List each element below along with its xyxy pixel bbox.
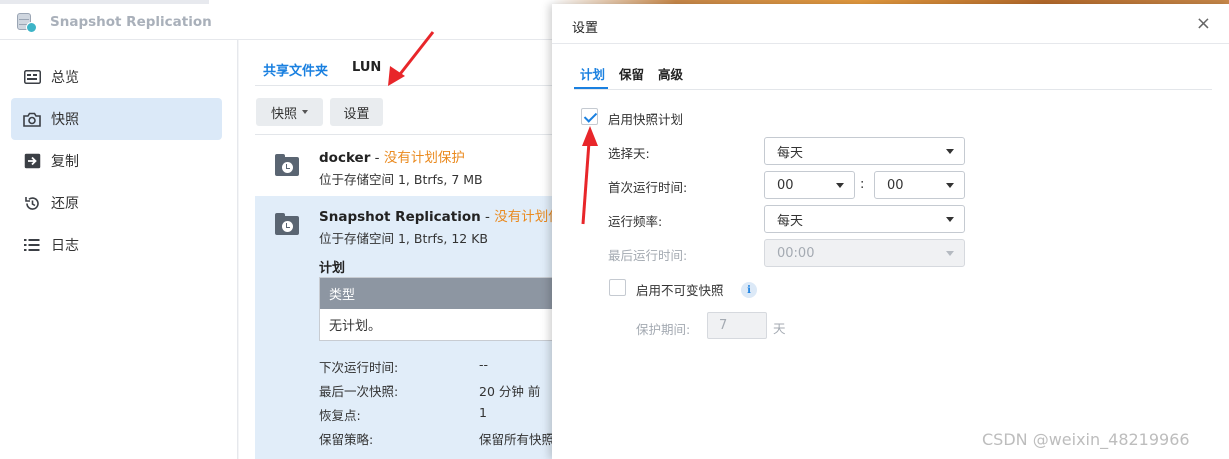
separator: -	[480, 209, 495, 225]
app-title: Snapshot Replication	[50, 13, 212, 30]
choose-day-select[interactable]: 每天	[764, 137, 965, 165]
settings-dialog: 设置 × 计划 保留 高级 启用快照计划 选择天: 每天 首次运行时间: 00 …	[552, 4, 1229, 459]
sidebar-item-label: 快照	[51, 112, 79, 128]
watermark: CSDN @weixin_48219966	[982, 430, 1190, 449]
detail-value: 20 分钟 前	[479, 384, 541, 399]
detail-label: 保留策略:	[319, 432, 374, 447]
plan-table: 类型 无计划。	[319, 277, 552, 341]
protection-period-label: 保护期间:	[636, 322, 691, 337]
folder-title: docker - 没有计划保护	[319, 146, 465, 166]
separator: -	[370, 150, 384, 166]
plan-heading: 计划	[319, 261, 346, 276]
snapshot-dropdown-button[interactable]: 快照	[256, 98, 323, 126]
folder-name: docker	[319, 150, 371, 166]
log-list-icon	[23, 236, 41, 254]
snapshot-button-label: 快照	[270, 106, 297, 122]
chevron-down-icon	[946, 251, 954, 256]
detail-value: --	[479, 357, 489, 372]
detail-next-run: 下次运行时间: --	[319, 357, 488, 376]
enable-schedule-label: 启用快照计划	[608, 112, 684, 127]
hour-value: 00	[777, 177, 794, 193]
detail-label: 下次运行时间:	[319, 360, 399, 375]
info-icon[interactable]: i	[741, 282, 757, 298]
tabs-divider	[574, 89, 1212, 90]
minute-value: 00	[887, 177, 904, 193]
main-panel: 共享文件夹 LUN 快照 设置 docker - 没有计划保护 位于存储空间 1…	[239, 40, 552, 459]
replication-icon	[23, 152, 41, 170]
tab-advanced[interactable]: 高级	[658, 64, 683, 83]
choose-day-value: 每天	[777, 145, 804, 161]
dialog-title: 设置	[572, 21, 599, 36]
settings-button[interactable]: 设置	[330, 98, 383, 126]
detail-label: 恢复点:	[319, 408, 361, 423]
folder-type-tabs: 共享文件夹 LUN	[263, 60, 381, 79]
last-run-value: 00:00	[777, 245, 815, 261]
sidebar-item-label: 复制	[51, 154, 79, 170]
folder-title: Snapshot Replication - 没有计划保	[319, 205, 552, 225]
status-warning: 没有计划保护	[383, 150, 465, 166]
status-warning: 没有计划保	[494, 209, 552, 225]
detail-restore-points: 恢复点: 1	[319, 405, 487, 424]
chevron-down-icon	[946, 149, 954, 154]
sidebar-item-log[interactable]: 日志	[11, 224, 222, 266]
detail-value: 1	[479, 405, 487, 420]
plan-table-cell: 无计划。	[329, 319, 382, 334]
tab-retention[interactable]: 保留	[619, 64, 644, 83]
time-separator: :	[860, 177, 865, 192]
first-run-time-label: 首次运行时间:	[608, 180, 688, 195]
shared-folder-snapshot-icon	[275, 154, 299, 176]
close-icon[interactable]: ×	[1196, 14, 1211, 34]
tabs-divider	[255, 85, 552, 86]
folder-location: 位于存储空间 1, Btrfs, 12 KB	[319, 231, 489, 246]
chevron-down-icon	[836, 183, 844, 188]
sidebar: 总览 快照 复制 还原 日志	[0, 40, 238, 459]
app-title-bar: Snapshot Replication	[0, 4, 560, 40]
sidebar-item-label: 还原	[51, 196, 79, 212]
first-run-hour-select[interactable]: 00	[764, 171, 855, 199]
sidebar-item-snapshot[interactable]: 快照	[11, 98, 222, 140]
last-run-time-select: 00:00	[764, 239, 965, 267]
detail-last-snapshot: 最后一次快照: 20 分钟 前	[319, 381, 540, 400]
detail-label: 最后一次快照:	[319, 384, 399, 399]
folder-location: 位于存储空间 1, Btrfs, 7 MB	[319, 172, 483, 187]
enable-schedule-checkbox[interactable]	[581, 108, 598, 125]
detail-value: 保留所有快照	[479, 432, 552, 447]
camera-icon	[23, 110, 41, 128]
restore-icon	[23, 194, 41, 212]
tab-shared-folder[interactable]: 共享文件夹	[263, 60, 328, 79]
list-divider	[255, 134, 552, 135]
immutable-snapshot-checkbox[interactable]	[609, 279, 626, 296]
sidebar-item-label: 日志	[51, 238, 79, 254]
dialog-tabs: 计划 保留 高级	[580, 64, 683, 83]
last-run-time-label: 最后运行时间:	[608, 248, 688, 263]
sidebar-item-overview[interactable]: 总览	[11, 56, 222, 98]
protection-period-unit: 天	[773, 321, 786, 336]
sidebar-item-replication[interactable]: 复制	[11, 140, 222, 182]
immutable-snapshot-label: 启用不可变快照	[636, 283, 724, 298]
frequency-label: 运行频率:	[608, 214, 663, 229]
snapshot-replication-logo-icon	[15, 10, 39, 34]
shared-folder-snapshot-icon	[275, 213, 299, 235]
choose-day-label: 选择天:	[608, 146, 650, 161]
detail-retention-policy: 保留策略: 保留所有快照	[319, 429, 552, 448]
frequency-select[interactable]: 每天	[764, 205, 965, 233]
chevron-down-icon	[946, 217, 954, 222]
frequency-value: 每天	[777, 213, 804, 229]
tab-lun[interactable]: LUN	[352, 60, 381, 79]
first-run-minute-select[interactable]: 00	[874, 171, 965, 199]
list-item-docker[interactable]: docker - 没有计划保护 位于存储空间 1, Btrfs, 7 MB	[255, 136, 552, 196]
tab-schedule[interactable]: 计划	[580, 64, 605, 83]
list-item-snapshot-replication[interactable]: Snapshot Replication - 没有计划保 位于存储空间 1, B…	[255, 196, 552, 459]
plan-table-header: 类型	[320, 278, 552, 309]
sidebar-item-label: 总览	[51, 70, 79, 86]
sidebar-item-restore[interactable]: 还原	[11, 182, 222, 224]
folder-name: Snapshot Replication	[319, 209, 481, 225]
protection-period-input: 7	[707, 312, 767, 339]
chevron-down-icon	[946, 183, 954, 188]
dialog-header: 设置 ×	[552, 4, 1229, 44]
overview-icon	[23, 68, 41, 86]
chevron-down-icon	[302, 110, 308, 114]
